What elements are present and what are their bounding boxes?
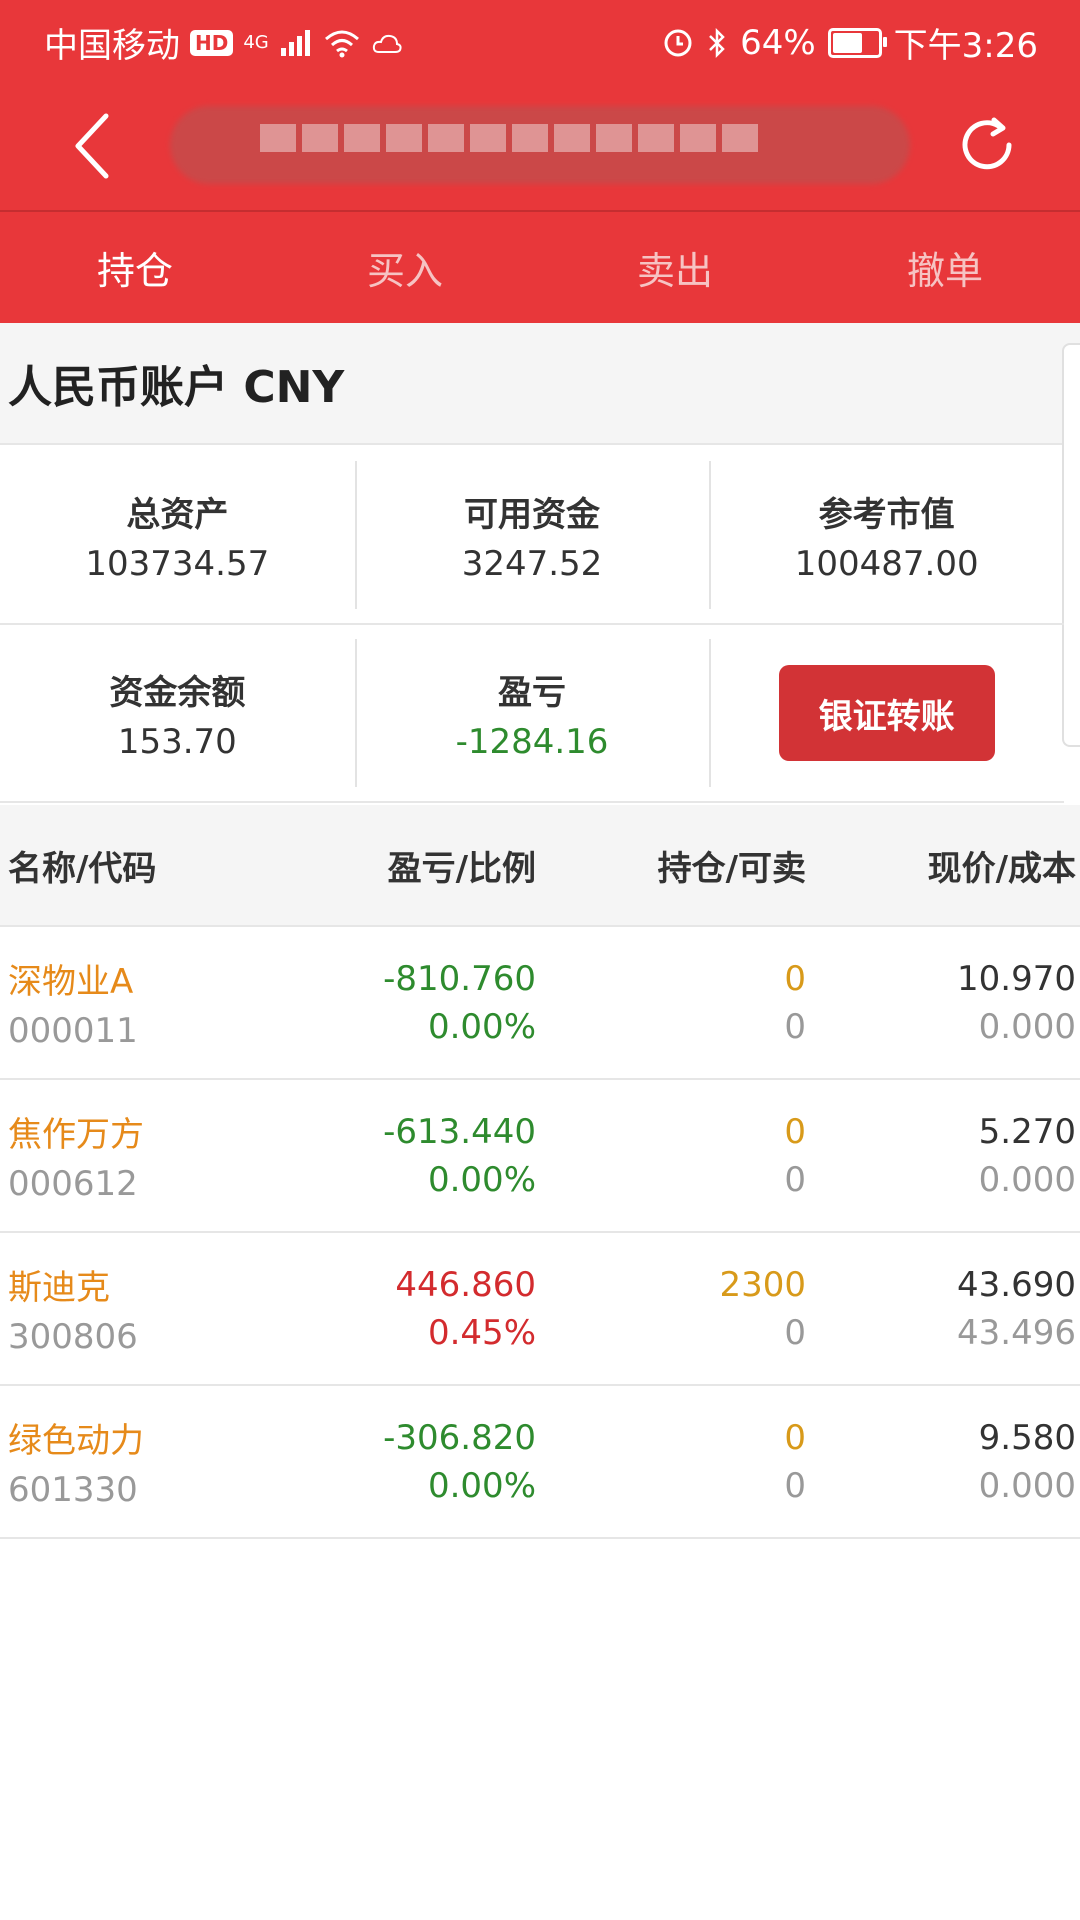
refresh-button[interactable] xyxy=(952,110,1022,180)
trade-tabs: 持仓 买入 卖出 撤单 xyxy=(0,212,1080,323)
redaction-mosaic xyxy=(260,124,758,152)
holdings-table-header: 名称/代码 盈亏/比例 持仓/可卖 现价/成本 xyxy=(0,805,1080,927)
stock-code: 000011 xyxy=(8,1011,138,1051)
stock-code: 300806 xyxy=(8,1317,138,1357)
app-header: 中国移动 HD 4G 64% 下午3:26 持仓 买入 卖出 撤单 xyxy=(0,0,1080,323)
hd-badge: HD xyxy=(190,29,234,56)
refresh-icon xyxy=(962,117,1012,170)
column-header-profit-loss: 盈亏/比例 xyxy=(387,848,536,889)
navigation-bar xyxy=(0,76,1080,210)
redacted-account-title xyxy=(170,84,910,202)
table-row[interactable]: 深物业A 000011 -810.760 0.00% 0 0 10.970 0.… xyxy=(0,927,1080,1080)
sellable-qty: 0 xyxy=(784,1312,806,1353)
weather-icon xyxy=(372,34,402,53)
battery-icon xyxy=(827,27,887,58)
stat-value: 100487.00 xyxy=(794,543,979,584)
stats-row-1: 总资产 103734.57 可用资金 3247.52 参考市值 100487.0… xyxy=(0,447,1064,625)
clock: 下午3:26 xyxy=(893,26,1038,66)
stat-available-funds: 可用资金 3247.52 xyxy=(354,447,710,623)
column-header-price: 现价/成本 xyxy=(927,848,1076,889)
status-bar: 中国移动 HD 4G 64% 下午3:26 xyxy=(0,0,1080,76)
stat-total-assets: 总资产 103734.57 xyxy=(0,447,355,623)
battery-percent: 64% xyxy=(740,22,816,63)
cost-price: 0.000 xyxy=(978,1006,1076,1047)
tab-buy[interactable]: 买入 xyxy=(270,212,540,323)
stat-value: 153.70 xyxy=(117,721,237,762)
network-type: 4G xyxy=(243,32,269,53)
profit-loss: 446.860 xyxy=(395,1264,536,1305)
stat-label: 可用资金 xyxy=(464,494,600,535)
transfer-cell: 银证转账 xyxy=(709,625,1064,801)
stat-value: 3247.52 xyxy=(461,543,603,584)
tab-holdings[interactable]: 持仓 xyxy=(0,212,270,323)
current-price: 10.970 xyxy=(957,958,1076,999)
position-qty: 0 xyxy=(784,958,806,999)
stock-code: 000612 xyxy=(8,1164,138,1204)
current-price: 5.270 xyxy=(978,1111,1076,1152)
stat-value: -1284.16 xyxy=(455,721,609,762)
profit-loss-ratio: 0.00% xyxy=(427,1159,536,1200)
stat-label: 总资产 xyxy=(126,494,229,535)
account-title: 人民币账户 CNY xyxy=(0,323,1080,445)
carrier-label: 中国移动 xyxy=(44,26,180,66)
stat-value: 103734.57 xyxy=(85,543,270,584)
stock-name: 焦作万方 xyxy=(8,1115,144,1155)
profit-loss-ratio: 0.00% xyxy=(427,1006,536,1047)
profit-loss: -306.820 xyxy=(383,1417,536,1458)
stat-profit-loss: 盈亏 -1284.16 xyxy=(354,625,710,801)
tab-sell[interactable]: 卖出 xyxy=(540,212,810,323)
table-row[interactable]: 焦作万方 000612 -613.440 0.00% 0 0 5.270 0.0… xyxy=(0,1080,1080,1233)
column-header-position: 持仓/可卖 xyxy=(657,848,806,889)
position-qty: 0 xyxy=(784,1111,806,1152)
profit-loss: -810.760 xyxy=(383,958,536,999)
stock-name: 斯迪克 xyxy=(8,1268,110,1308)
stock-name: 绿色动力 xyxy=(8,1421,144,1461)
stat-label: 参考市值 xyxy=(818,494,955,535)
alarm-icon xyxy=(664,29,692,56)
back-button[interactable] xyxy=(64,106,124,186)
stat-market-value: 参考市值 100487.00 xyxy=(709,447,1064,623)
stat-label: 资金余额 xyxy=(109,672,246,713)
profit-loss-ratio: 0.45% xyxy=(427,1312,536,1353)
sellable-qty: 0 xyxy=(784,1159,806,1200)
tab-cancel-order[interactable]: 撤单 xyxy=(810,212,1080,323)
cost-price: 0.000 xyxy=(978,1465,1076,1506)
chevron-left-icon xyxy=(75,113,109,179)
current-price: 43.690 xyxy=(957,1264,1076,1305)
sellable-qty: 0 xyxy=(784,1465,806,1506)
cost-price: 0.000 xyxy=(978,1159,1076,1200)
profit-loss: -613.440 xyxy=(383,1111,536,1152)
wifi-icon xyxy=(324,30,359,57)
stock-code: 601330 xyxy=(8,1470,138,1510)
bluetooth-icon xyxy=(709,27,725,58)
table-row[interactable]: 斯迪克 300806 446.860 0.45% 2300 0 43.690 4… xyxy=(0,1233,1080,1386)
sellable-qty: 0 xyxy=(784,1006,806,1047)
stock-name: 深物业A xyxy=(8,962,134,1002)
signal-icon xyxy=(280,29,310,56)
bank-securities-transfer-button[interactable]: 银证转账 xyxy=(778,665,995,761)
side-panel-edge xyxy=(1062,343,1080,747)
current-price: 9.580 xyxy=(978,1417,1076,1458)
account-panel: 人民币账户 CNY 总资产 103734.57 可用资金 3247.52 参考市… xyxy=(0,323,1080,1613)
stat-balance: 资金余额 153.70 xyxy=(0,625,355,801)
column-header-name: 名称/代码 xyxy=(8,848,157,889)
stat-label: 盈亏 xyxy=(498,672,566,713)
position-qty: 0 xyxy=(784,1417,806,1458)
profit-loss-ratio: 0.00% xyxy=(427,1465,536,1506)
table-row[interactable]: 绿色动力 601330 -306.820 0.00% 0 0 9.580 0.0… xyxy=(0,1386,1080,1539)
position-qty: 2300 xyxy=(719,1264,806,1305)
cost-price: 43.496 xyxy=(957,1312,1076,1353)
stats-row-2: 资金余额 153.70 盈亏 -1284.16 银证转账 xyxy=(0,625,1064,803)
